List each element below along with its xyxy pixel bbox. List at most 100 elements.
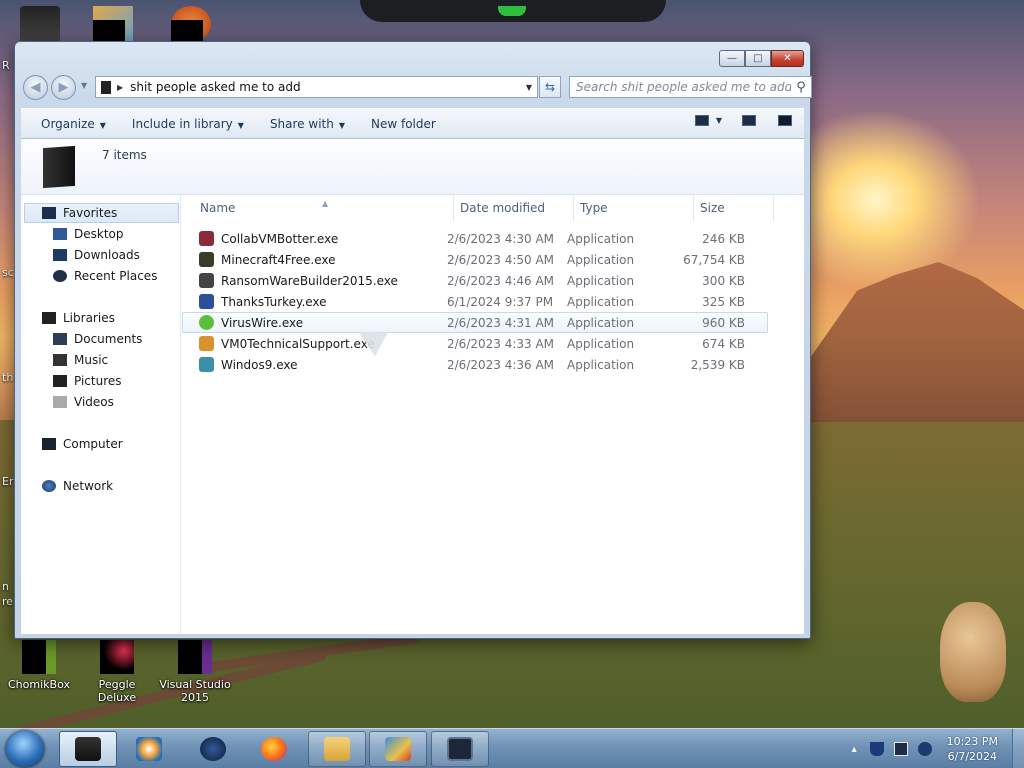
- nav-music-label: Music: [74, 353, 109, 367]
- file-row[interactable]: Windos9.exe 2/6/2023 4:36 AM Application 2,…: [182, 354, 768, 375]
- clock-time: 10:23 PM: [946, 735, 998, 748]
- taskbar-file-explorer-button[interactable]: [308, 731, 366, 767]
- desktop-icon-label: Visual Studio 2015: [159, 678, 231, 704]
- window-controls: — □ ✕: [719, 50, 804, 67]
- file-date: 2/6/2023 4:50 AM: [447, 252, 555, 267]
- view-options-dropdown-icon[interactable]: ▼: [716, 116, 722, 125]
- volume-icon[interactable]: [917, 742, 932, 756]
- file-row[interactable]: CollabVMBotter.exe 2/6/2023 4:30 AM Applic…: [182, 228, 768, 249]
- favorites-star-icon: [42, 207, 56, 219]
- recent-pages-dropdown[interactable]: ▼: [81, 81, 87, 90]
- nav-libraries[interactable]: Libraries: [42, 309, 115, 327]
- file-type: Application: [567, 252, 635, 267]
- file-date: 6/1/2024 9:37 PM: [447, 294, 554, 309]
- item-count: 7 items: [102, 148, 147, 162]
- breadcrumb-separator-icon[interactable]: ▶: [117, 83, 123, 92]
- taskbar-app-button[interactable]: [431, 731, 489, 767]
- nav-libraries-label: Libraries: [63, 311, 115, 325]
- details-pane: 7 items: [21, 139, 804, 195]
- file-row[interactable]: RansomWareBuilder2015.exe 2/6/2023 4:46 A…: [182, 270, 768, 291]
- column-header-date[interactable]: Date modified: [454, 195, 574, 222]
- column-header-size[interactable]: Size: [694, 195, 774, 222]
- users-icon: [385, 737, 411, 761]
- forward-button[interactable]: ▶: [51, 75, 76, 100]
- recycle-bin-icon[interactable]: [20, 6, 60, 42]
- view-controls: ▼: [694, 115, 804, 126]
- nav-music[interactable]: Music: [53, 351, 108, 369]
- file-row[interactable]: VM0TechnicalSupport.exe 2/6/2023 4:33 AM A…: [182, 333, 768, 354]
- minimize-button[interactable]: —: [719, 50, 745, 67]
- column-header-name[interactable]: Name ▲: [182, 195, 454, 222]
- libraries-icon: [42, 312, 56, 324]
- refresh-button[interactable]: ⇆: [539, 76, 561, 98]
- nav-network[interactable]: Network: [42, 477, 113, 495]
- share-with-menu[interactable]: Share with ▼: [270, 117, 351, 131]
- network-tray-icon[interactable]: [893, 742, 908, 756]
- help-icon[interactable]: [778, 115, 792, 126]
- column-header-type[interactable]: Type: [574, 195, 694, 222]
- taskbar-firefox-button[interactable]: [245, 731, 303, 767]
- close-button[interactable]: ✕: [771, 50, 804, 67]
- hamster-desktop-pet[interactable]: [940, 602, 1006, 702]
- nav-network-label: Network: [63, 479, 114, 493]
- new-folder-button[interactable]: New folder: [371, 117, 442, 131]
- address-dropdown-icon[interactable]: ▼: [521, 83, 537, 92]
- firefox-icon: [261, 737, 287, 761]
- taskbar-globe-button[interactable]: [184, 731, 242, 767]
- show-desktop-button[interactable]: [1012, 729, 1024, 768]
- nav-recent-places[interactable]: Recent Places: [53, 267, 157, 285]
- file-row[interactable]: ThanksTurkey.exe 6/1/2024 9:37 PM Applicat…: [182, 291, 768, 312]
- refresh-icon: ⇆: [544, 80, 556, 94]
- system-tray: ▴ 10:23 PM 6/7/2024: [852, 729, 1024, 768]
- edge-label: th: [2, 371, 14, 384]
- desktop-icon-visual-studio[interactable]: Visual Studio 2015: [156, 640, 234, 704]
- search-icon[interactable]: ⚲: [791, 80, 811, 95]
- change-view-icon[interactable]: [694, 115, 709, 126]
- desktop-icon-top-2[interactable]: [93, 6, 133, 42]
- nav-favorites[interactable]: Favorites: [24, 203, 179, 223]
- wallpaper-mountain: [810, 262, 1024, 422]
- downloads-folder-icon: [53, 249, 67, 261]
- desktop-icon-chomikbox[interactable]: ChomikBox: [0, 640, 78, 691]
- taskbar-users-button[interactable]: [369, 731, 427, 767]
- nav-documents[interactable]: Documents: [53, 330, 142, 348]
- application-icon: [199, 315, 214, 330]
- command-bar: Organize ▼ Include in library ▼ Share with…: [21, 108, 804, 139]
- file-row-hovered[interactable]: VirusWire.exe 2/6/2023 4:31 AM Application…: [182, 312, 768, 333]
- edge-label: sc: [2, 266, 14, 279]
- window-content: 7 items Favorites Desktop Downloads Rece…: [21, 139, 804, 634]
- file-type: Application: [567, 336, 635, 351]
- taskbar-media-player-button[interactable]: [120, 731, 178, 767]
- show-hidden-icons-button[interactable]: ▴: [852, 744, 857, 755]
- file-row[interactable]: Minecraft4Free.exe 2/6/2023 4:50 AM Applic…: [182, 249, 768, 270]
- file-date: 2/6/2023 4:33 AM: [447, 336, 555, 351]
- explorer-window[interactable]: — □ ✕ ◀ ▶ ▼ ▶ shit people asked me to ad…: [14, 41, 812, 639]
- include-in-library-menu[interactable]: Include in library ▼: [132, 117, 250, 131]
- nav-computer[interactable]: Computer: [42, 435, 123, 453]
- search-box[interactable]: ⚲: [569, 76, 812, 98]
- address-bar[interactable]: ▶ shit people asked me to add ▼: [95, 76, 538, 98]
- clock[interactable]: 10:23 PM 6/7/2024: [947, 734, 998, 764]
- file-size: 960 KB: [702, 315, 745, 330]
- back-button[interactable]: ◀: [23, 75, 48, 100]
- nav-desktop[interactable]: Desktop: [53, 225, 124, 243]
- organize-menu[interactable]: Organize ▼: [41, 117, 112, 131]
- top-gadget: [360, 0, 666, 22]
- nav-pictures[interactable]: Pictures: [53, 372, 122, 390]
- network-icon: [42, 480, 56, 492]
- address-path[interactable]: shit people asked me to add: [130, 80, 521, 94]
- start-button[interactable]: [6, 731, 44, 767]
- preview-pane-icon[interactable]: [742, 115, 756, 126]
- nav-videos[interactable]: Videos: [53, 393, 114, 411]
- edge-label: R: [2, 59, 10, 72]
- desktop-icon-peggle[interactable]: Peggle Deluxe: [78, 640, 156, 704]
- search-input[interactable]: [570, 80, 791, 94]
- desktop-icon-top-3[interactable]: [171, 6, 211, 42]
- maximize-button[interactable]: □: [745, 50, 771, 67]
- column-name-label: Name: [200, 201, 236, 215]
- back-arrow-icon: ◀: [30, 80, 41, 95]
- column-headers: Name ▲ Date modified Type Size: [182, 195, 774, 222]
- taskbar-explorer-button[interactable]: [59, 731, 117, 767]
- nav-downloads[interactable]: Downloads: [53, 246, 140, 264]
- security-shield-icon[interactable]: [869, 742, 884, 756]
